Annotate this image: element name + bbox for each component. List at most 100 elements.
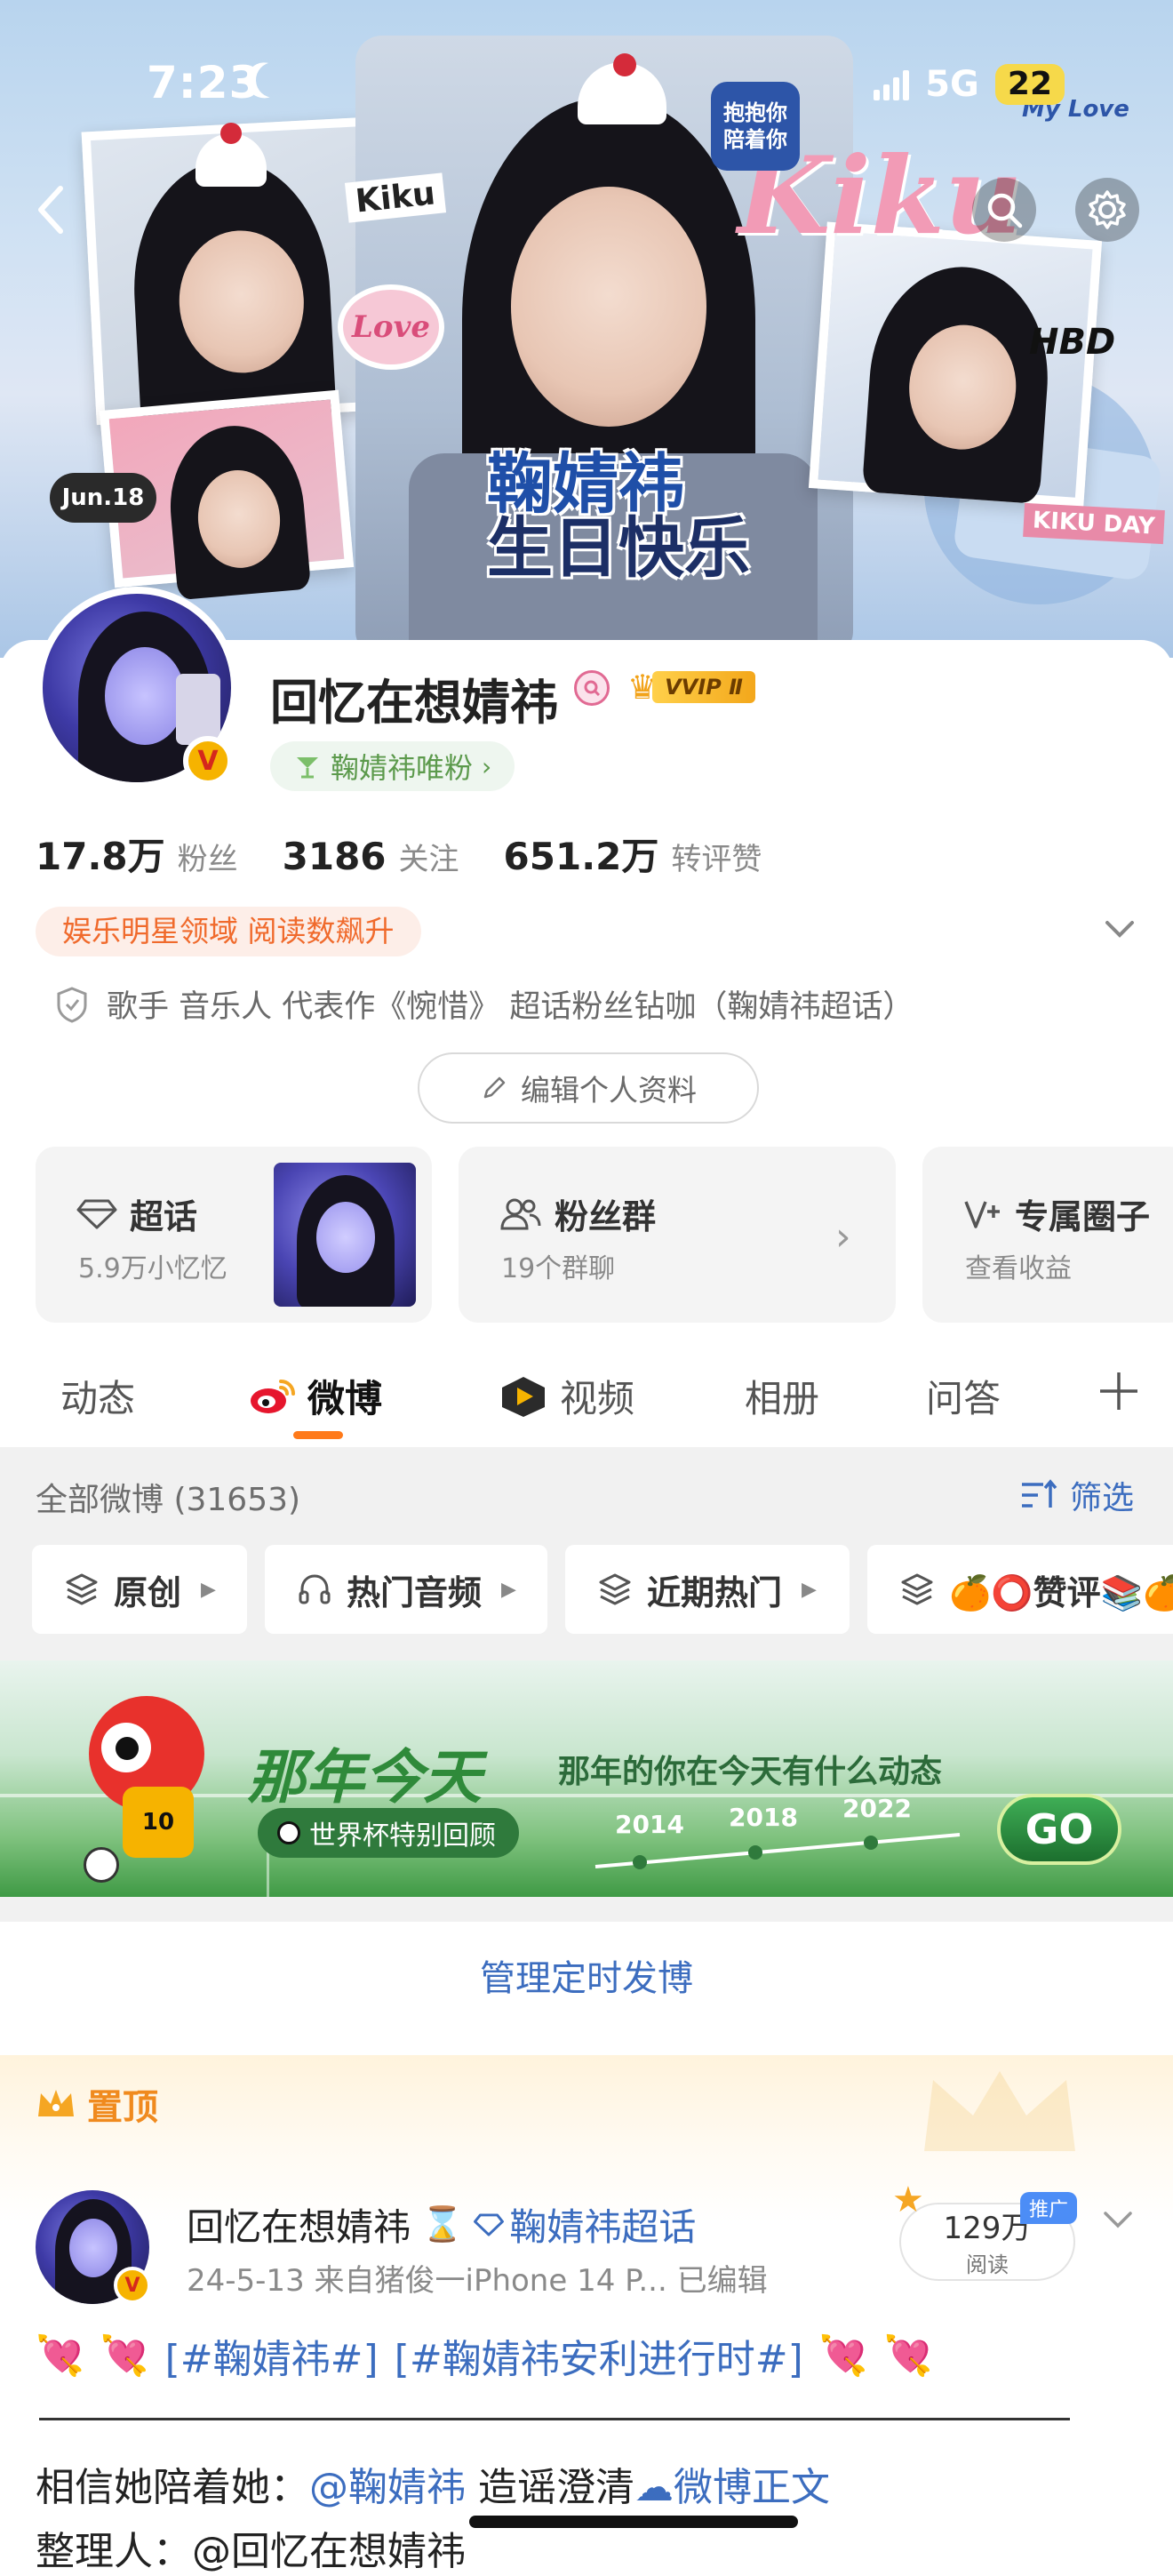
bio-row: 歌手 音乐人 代表作《惋惜》 超话粉丝钻咖（鞠婧祎超话） (55, 981, 914, 1027)
diamond-icon (76, 1199, 117, 1228)
hashtag-link[interactable]: [#鞠婧祎#] (165, 2327, 379, 2384)
cloud-icon: ☁ (634, 2465, 674, 2510)
add-tab-button[interactable] (1097, 1369, 1141, 1413)
crown-watermark-icon (915, 2062, 1084, 2160)
filter-icon (1021, 1479, 1057, 1508)
chevron-right-icon: › (482, 751, 492, 781)
filter-chip-custom[interactable]: 🍊⭕赞评📚🍊 (867, 1545, 1173, 1634)
signal-icon (874, 68, 910, 100)
post-topic-link[interactable]: 鞠婧祎超话 (474, 2197, 696, 2252)
tab-label: 微博 (307, 1377, 383, 1420)
timeline-year: 2018 (729, 1803, 798, 1832)
filter-chip-audio[interactable]: 热门音频 ▶ (265, 1545, 547, 1634)
following-count[interactable]: 3186 (283, 835, 387, 878)
settings-button[interactable] (1075, 178, 1139, 242)
feature-title-text: 超话 (130, 1197, 198, 1236)
feature-supertopic-card[interactable]: 超话 5.9万小忆忆 (36, 1147, 432, 1323)
plus-icon (1100, 1372, 1137, 1410)
chip-label: 近期热门 (647, 1572, 783, 1612)
on-this-day-banner[interactable]: 10 那年今天 那年的你在今天有什么动态 世界杯特别回顾 2014 2018 2… (0, 1660, 1173, 1897)
cover-love-sticker: Love (338, 284, 444, 370)
network-label: 5G (925, 64, 979, 105)
followers-count[interactable]: 17.8万 (36, 827, 165, 881)
filter-chip-recent-hot[interactable]: 近期热门 ▶ (565, 1545, 850, 1634)
feature-fangroup-title: 粉丝群 (499, 1189, 656, 1238)
hashtag-link[interactable]: [#鞠婧祎安利进行时#] (395, 2327, 803, 2384)
filter-label: 筛选 (1069, 1480, 1134, 1516)
expand-profile-button[interactable] (1102, 916, 1137, 946)
layers-icon (66, 1573, 98, 1605)
followers-label[interactable]: 粉丝 (178, 835, 238, 878)
edit-profile-button[interactable]: 编辑个人资料 (418, 1052, 759, 1124)
soccer-ball-icon (84, 1847, 119, 1883)
post-topic-label: 鞠婧祎超话 (509, 2205, 697, 2249)
post-text-line3: 整理人：@回忆在想婧祎 (36, 2529, 466, 2574)
home-indicator[interactable] (469, 2516, 798, 2528)
diamond-icon (474, 2212, 505, 2236)
member-circle-icon[interactable] (574, 670, 610, 706)
video-play-icon (502, 1376, 545, 1417)
tab-weibo[interactable]: 微博 (247, 1369, 382, 1423)
chevron-left-icon (38, 186, 63, 234)
chip-label: 热门音频 (347, 1572, 483, 1612)
likes-count[interactable]: 651.2万 (504, 827, 659, 881)
mention-link[interactable]: @鞠婧祎 (309, 2465, 466, 2510)
post-more-button[interactable] (1100, 2206, 1136, 2236)
tab-label: 相册 (745, 1377, 820, 1420)
shield-icon (57, 986, 87, 1023)
heart-arrow-icon: 💘 (818, 2333, 868, 2379)
back-button[interactable] (20, 178, 84, 242)
pinned-label-text: 置顶 (87, 2087, 158, 2128)
fan-tag-chip[interactable]: 鞠婧祎唯粉 › (270, 741, 515, 791)
heart-arrow-icon: 💘 (36, 2333, 84, 2379)
tab-dynamics[interactable]: 动态 (60, 1369, 135, 1423)
tab-album[interactable]: 相册 (745, 1369, 819, 1423)
search-icon (987, 193, 1023, 228)
search-button[interactable] (972, 178, 1036, 242)
profile-cover-banner[interactable]: Kiku Kiku Love Jun.18 HBD KIKU DAY My Lo… (0, 0, 1173, 658)
filter-chip-original[interactable]: 原创 ▶ (32, 1545, 247, 1634)
tab-video[interactable]: 视频 (498, 1369, 634, 1423)
triangle-right-icon: ▶ (201, 1578, 216, 1601)
heart-arrow-icon: 💘 (100, 2333, 149, 2379)
cover-title-line2: 生日快乐 (487, 510, 750, 587)
feature-title-text: 专属圈子 (1015, 1197, 1151, 1236)
crown-icon (38, 2090, 74, 2116)
tab-qa[interactable]: 问答 (926, 1369, 1001, 1423)
post-text-line1: 💘 💘 [#鞠婧祎#] [#鞠婧祎安利进行时#] 💘 💘 (36, 2327, 932, 2384)
status-right-group: 5G 22 (874, 64, 1065, 105)
chevron-down-icon (1104, 2212, 1132, 2228)
post-author-name[interactable]: 回忆在想婧祎 (187, 2197, 411, 2252)
post-text: 相信她陪着她： (36, 2465, 309, 2510)
headphones-icon (299, 1574, 331, 1604)
following-label[interactable]: 关注 (399, 835, 459, 878)
soccer-ball-icon (277, 1821, 300, 1844)
feature-sub-text: 查看收益 (965, 1253, 1072, 1284)
feature-circle-card[interactable]: 专属圈子 查看收益 (922, 1147, 1173, 1323)
people-icon (500, 1198, 541, 1229)
chip-label: 🍊⭕赞评📚🍊 (949, 1572, 1173, 1612)
gear-icon (1089, 190, 1126, 229)
chevron-down-icon (1105, 921, 1134, 938)
cover-hbd-text: HBD (1029, 322, 1116, 363)
domain-tag[interactable]: 娱乐明星领域 阅读数飙升 (36, 907, 421, 956)
feature-supertopic-title: 超话 (76, 1189, 197, 1238)
weibo-text-link[interactable]: 微博正文 (674, 2465, 830, 2510)
filter-button[interactable]: 筛选 (1020, 1472, 1134, 1518)
layers-icon (901, 1573, 933, 1605)
vvip-badge[interactable]: ♛ VVIP Ⅱ (627, 667, 755, 708)
profile-tabs: 动态 微博 视频 相册 问答 (0, 1342, 1173, 1447)
likes-label[interactable]: 转评赞 (671, 835, 762, 878)
timeline-year: 2022 (842, 1794, 912, 1823)
cover-speech-bubble: 抱抱你 陪着你 (711, 82, 800, 171)
feature-fangroup-card[interactable]: 粉丝群 19个群聊 › (459, 1147, 896, 1323)
fan-tag-label: 鞠婧祎唯粉 (331, 751, 474, 785)
post-author-row: 回忆在想婧祎 ⌛ 鞠婧祎超话 (187, 2197, 696, 2252)
sparkle-icon: ★ (892, 2180, 924, 2220)
mascot-jersey: 10 (123, 1787, 194, 1858)
manage-scheduled-posts-button[interactable]: 管理定时发博 (0, 1922, 1173, 2028)
post-meta: 24-5-13 来自猪俊一iPhone 14 P... 已编辑 (187, 2263, 768, 2299)
ad-subtitle: 那年的你在今天有什么动态 (558, 1754, 943, 1790)
cherry-icon (613, 53, 636, 76)
go-button[interactable]: GO (997, 1794, 1121, 1865)
